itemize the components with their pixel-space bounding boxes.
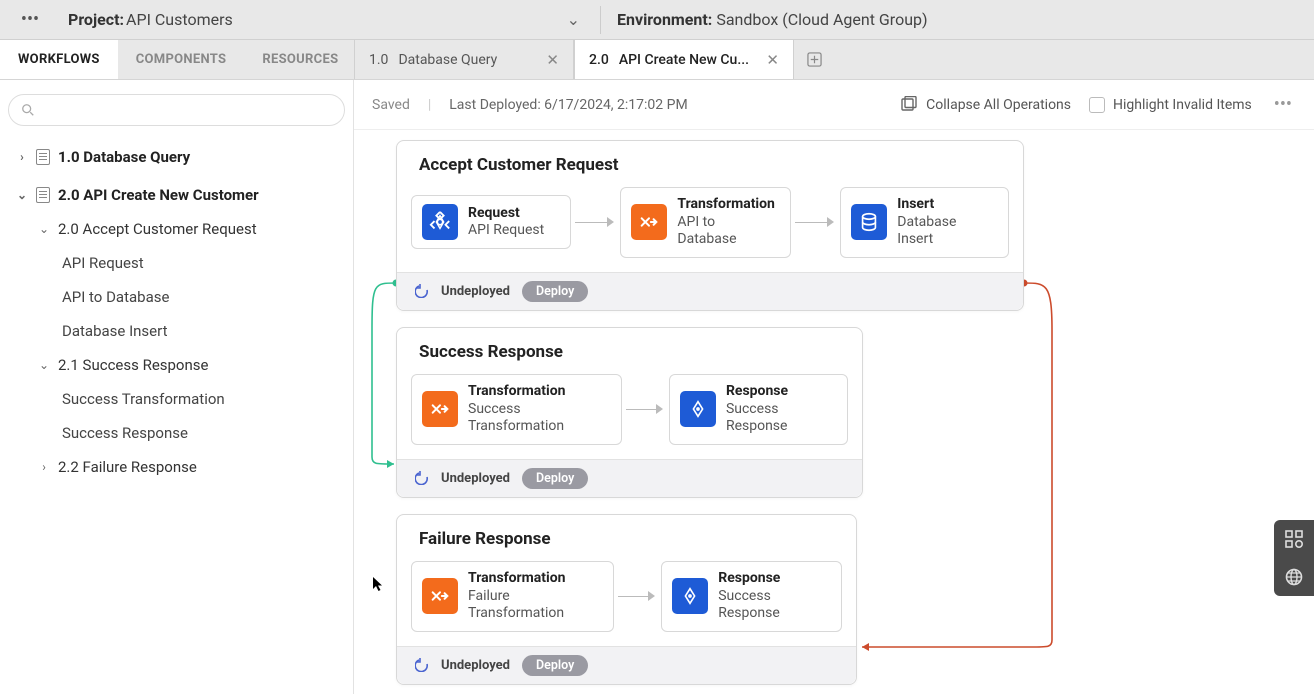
undeployed-label: Undeployed [441,658,510,673]
transformation-icon [631,204,667,240]
undeployed-label: Undeployed [441,284,510,299]
nav-tabs: WORKFLOWS COMPONENTS RESOURCES [0,40,354,79]
file-icon [36,149,50,165]
tree-label: 1.0 Database Query [58,148,190,166]
step-transformation[interactable]: TransformationSuccess Transformation [411,374,622,445]
deploy-button[interactable]: Deploy [522,281,588,302]
file-tabs: 1.0 Database Query ✕ 2.0 API Create New … [354,40,1314,79]
file-icon [36,187,50,203]
highlight-invalid-toggle[interactable]: Highlight Invalid Items [1089,97,1252,113]
workflow-tree: › 1.0 Database Query ⌄ 2.0 API Create Ne… [0,136,353,484]
tree-item-success-response-child[interactable]: Success Response [4,416,353,450]
environment-display: Environment: Sandbox (Cloud Agent Group) [601,10,1314,29]
tree-item-accept-customer-request[interactable]: ⌄ 2.0 Accept Customer Request [4,212,353,246]
tree-item-failure-response[interactable]: › 2.2 Failure Response [4,450,353,484]
transformation-icon [422,578,458,614]
deploy-button[interactable]: Deploy [522,655,588,676]
canvas-area: Saved | Last Deployed: 6/17/2024, 2:17:0… [354,80,1314,694]
environment-label: Environment: [617,10,712,29]
tab-row: WORKFLOWS COMPONENTS RESOURCES 1.0 Datab… [0,40,1314,80]
operation-footer: Undeployed Deploy [397,459,862,497]
step-insert[interactable]: InsertDatabase Insert [840,187,1009,258]
checkbox-icon [1089,97,1105,113]
tree-item-database-query[interactable]: › 1.0 Database Query [4,140,353,174]
operation-success-response[interactable]: Success Response TransformationSuccess T… [396,327,863,498]
collapse-icon [900,96,918,114]
project-selector[interactable]: Project: API Customers ⌄ [60,10,600,29]
operation-failure-response[interactable]: Failure Response TransformationFailure T… [396,514,857,685]
file-tab-version: 1.0 [369,52,388,68]
file-tab-name: Database Query [398,52,536,68]
tree-item-success-response[interactable]: ⌄ 2.1 Success Response [4,348,353,382]
globe-panel-button[interactable] [1274,558,1314,596]
tree-label: 2.1 Success Response [58,356,208,374]
response-icon [680,391,716,427]
transformation-icon [422,391,458,427]
operation-footer: Undeployed Deploy [397,646,856,684]
search-icon [21,103,35,117]
operation-accept-customer-request[interactable]: Accept Customer Request RequestAPI Reque… [396,140,1024,311]
project-name: API Customers [126,10,233,29]
tree-item-api-to-database[interactable]: API to Database [4,280,353,314]
search-input[interactable] [8,94,345,126]
undeployed-icon [415,471,429,485]
tree-label: 2.0 Accept Customer Request [58,220,257,238]
tab-workflows[interactable]: WORKFLOWS [0,40,118,79]
app-menu-button[interactable]: ••• [0,9,60,30]
tree-label: 2.2 Failure Response [58,458,197,476]
chevron-down-icon[interactable]: ⌄ [38,222,50,236]
file-tab-name: API Create New Cu... [619,52,757,68]
chevron-down-icon[interactable]: ⌄ [38,358,50,372]
tab-resources[interactable]: RESOURCES [244,40,356,79]
response-icon [672,578,708,614]
step-transformation[interactable]: TransformationFailure Transformation [411,561,614,632]
step-response[interactable]: ResponseSuccess Response [661,561,842,632]
step-response[interactable]: ResponseSuccess Response [669,374,848,445]
undeployed-label: Undeployed [441,471,510,486]
tree-item-api-create-customer[interactable]: ⌄ 2.0 API Create New Customer [4,178,353,212]
tree-item-success-transformation[interactable]: Success Transformation [4,382,353,416]
tree-item-api-request[interactable]: API Request [4,246,353,280]
operation-title: Accept Customer Request [397,141,1023,185]
request-icon [422,204,458,240]
file-tab-version: 2.0 [589,52,609,68]
step-request[interactable]: RequestAPI Request [411,195,571,249]
workflow-canvas[interactable]: Accept Customer Request RequestAPI Reque… [354,130,1314,694]
divider: | [428,97,431,113]
chevron-down-icon[interactable]: ⌄ [567,10,580,29]
components-panel-button[interactable] [1274,520,1314,558]
environment-name: Sandbox (Cloud Agent Group) [716,10,927,29]
file-tab-database-query[interactable]: 1.0 Database Query ✕ [354,40,574,79]
operation-footer: Undeployed Deploy [397,272,1023,310]
operation-title: Failure Response [397,515,856,559]
tree-item-database-insert[interactable]: Database Insert [4,314,353,348]
chevron-down-icon[interactable]: ⌄ [16,188,28,202]
top-bar: ••• Project: API Customers ⌄ Environment… [0,0,1314,40]
undeployed-icon [415,284,429,298]
database-icon [851,204,887,240]
tree-label: 2.0 API Create New Customer [58,186,259,204]
canvas-toolbar: Saved | Last Deployed: 6/17/2024, 2:17:0… [354,80,1314,130]
deploy-button[interactable]: Deploy [522,468,588,489]
undeployed-icon [415,658,429,672]
file-tab-api-create-customer[interactable]: 2.0 API Create New Cu... ✕ [574,40,794,79]
operation-title: Success Response [397,328,862,372]
close-icon[interactable]: ✕ [546,51,559,69]
more-menu-button[interactable]: ••• [1270,94,1296,115]
add-tab-button[interactable] [794,40,834,79]
project-label: Project: [68,10,124,29]
saved-status: Saved [372,97,410,113]
chevron-right-icon[interactable]: › [16,150,28,164]
step-transformation[interactable]: TransformationAPI to Database [620,187,791,258]
close-icon[interactable]: ✕ [766,51,779,69]
sidebar: › 1.0 Database Query ⌄ 2.0 API Create Ne… [0,80,354,694]
chevron-right-icon[interactable]: › [38,460,50,474]
collapse-all-button[interactable]: Collapse All Operations [900,96,1071,114]
last-deployed-text: Last Deployed: 6/17/2024, 2:17:02 PM [449,97,687,113]
tab-components[interactable]: COMPONENTS [118,40,245,79]
floating-tool-panel [1274,520,1314,596]
